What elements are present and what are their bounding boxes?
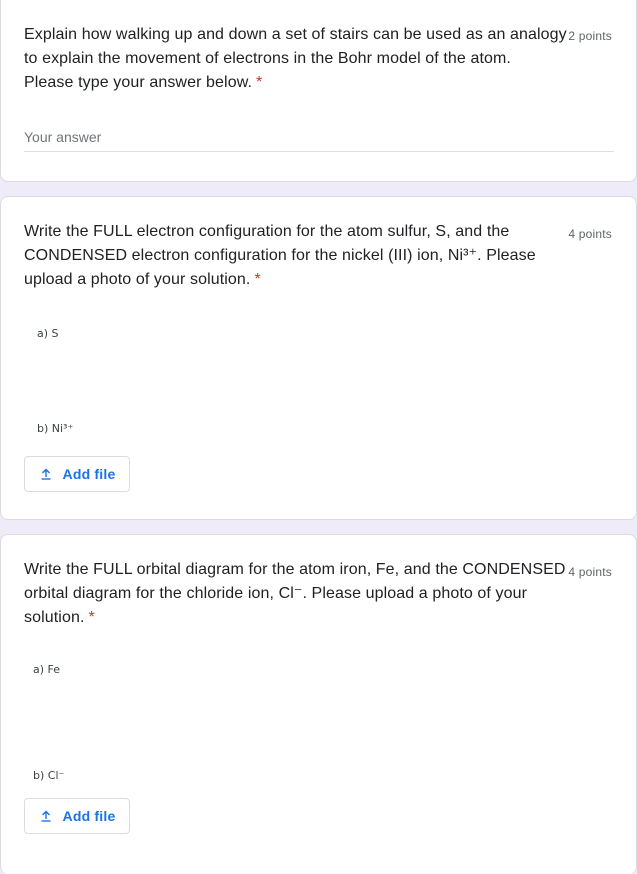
- answer-input[interactable]: [24, 129, 614, 152]
- question-card-2: Write the FULL electron configuration fo…: [0, 196, 637, 520]
- add-file-button[interactable]: Add file: [24, 456, 130, 492]
- required-asterisk: *: [88, 609, 95, 626]
- image-label-a: a) Fe: [33, 663, 61, 676]
- image-label-a: a) S: [37, 327, 59, 340]
- question-line: orbital diagram for the chloride ion, Cl…: [24, 585, 528, 602]
- points-label: 4 points: [568, 565, 612, 579]
- question-card-3: Write the FULL orbital diagram for the a…: [0, 534, 637, 874]
- question-line: Write the FULL orbital diagram for the a…: [24, 561, 566, 578]
- question-title: Explain how walking up and down a set of…: [24, 23, 567, 95]
- question-line: upload a photo of your solution.: [24, 271, 251, 288]
- question-line: Explain how walking up and down a set of…: [24, 26, 567, 43]
- question-line: solution.: [24, 609, 85, 626]
- question-title: Write the FULL orbital diagram for the a…: [24, 558, 566, 630]
- add-file-label: Add file: [62, 466, 116, 482]
- upload-icon: [39, 809, 53, 823]
- question-line: to explain the movement of electrons in …: [24, 50, 511, 67]
- required-asterisk: *: [256, 74, 263, 91]
- points-label: 2 points: [568, 29, 612, 43]
- add-file-button[interactable]: Add file: [24, 798, 130, 834]
- add-file-label: Add file: [62, 808, 116, 824]
- required-asterisk: *: [254, 271, 261, 288]
- question-card-1: Explain how walking up and down a set of…: [0, 0, 637, 182]
- question-line: CONDENSED electron configuration for the…: [24, 247, 536, 264]
- image-label-b: b) Ni³⁺: [37, 422, 74, 435]
- points-label: 4 points: [568, 227, 612, 241]
- image-label-b: b) Cl⁻: [33, 769, 65, 782]
- question-line: Please type your answer below.: [24, 74, 253, 91]
- question-line: Write the FULL electron configuration fo…: [24, 223, 510, 240]
- question-title: Write the FULL electron configuration fo…: [24, 220, 564, 292]
- upload-icon: [39, 467, 53, 481]
